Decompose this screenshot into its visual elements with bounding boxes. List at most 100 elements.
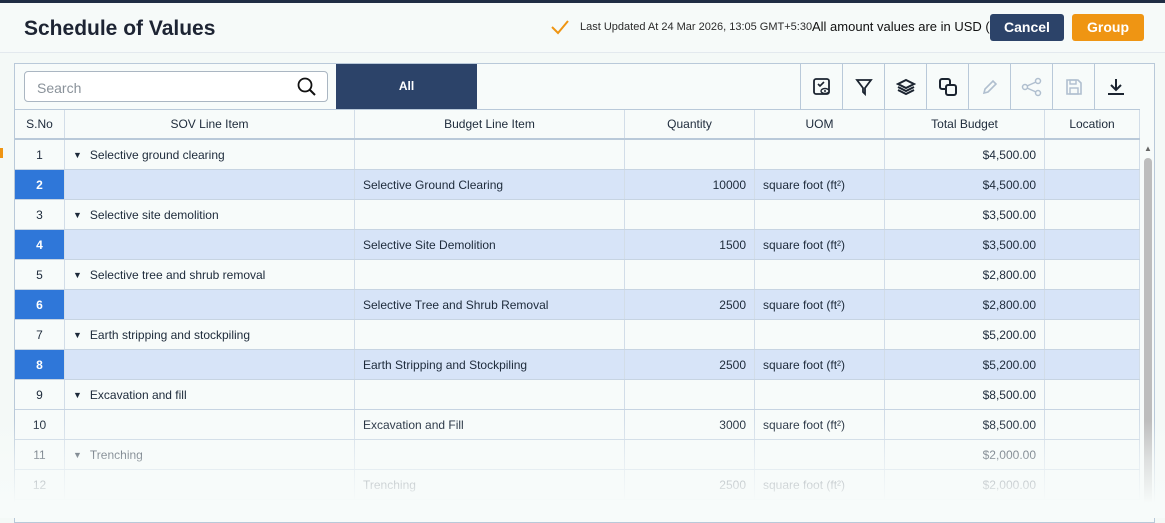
quantity-cell: 2500 bbox=[625, 470, 755, 499]
caret-down-icon[interactable]: ▼ bbox=[73, 330, 82, 340]
uom-cell: square foot (ft²) bbox=[755, 230, 885, 259]
location-cell bbox=[1045, 440, 1140, 469]
sov-cell: ▼ Selective site demolition bbox=[65, 200, 355, 229]
column-header[interactable]: Budget Line Item bbox=[355, 110, 625, 138]
sno-cell: 6 bbox=[15, 290, 65, 319]
table-row[interactable]: 4 Selective Site Demolition 1500 square … bbox=[15, 230, 1140, 260]
budget-cell bbox=[355, 440, 625, 469]
table-row[interactable]: 8 Earth Stripping and Stockpiling 2500 s… bbox=[15, 350, 1140, 380]
sno-cell: 11 bbox=[15, 440, 65, 469]
column-header[interactable]: Total Budget bbox=[885, 110, 1045, 138]
column-header[interactable]: Quantity bbox=[625, 110, 755, 138]
table-header: S.No SOV Line Item Budget Line Item Quan… bbox=[15, 109, 1140, 140]
budget-cell bbox=[355, 320, 625, 349]
sov-cell: ▼ Selective ground clearing bbox=[65, 140, 355, 169]
page-header: Schedule of Values Last Updated At 24 Ma… bbox=[0, 3, 1165, 53]
uom-cell: square foot (ft²) bbox=[755, 470, 885, 499]
table-body: 1 ▼ Selective ground clearing $4,500.00 2… bbox=[15, 140, 1140, 500]
column-header[interactable]: UOM bbox=[755, 110, 885, 138]
search-input[interactable]: Search bbox=[24, 71, 328, 102]
table-row[interactable]: 12 Trenching 2500 square foot (ft²) $2,0… bbox=[15, 470, 1140, 500]
scroll-up-icon[interactable]: ▲ bbox=[1144, 144, 1152, 153]
location-cell bbox=[1045, 230, 1140, 259]
table-row[interactable]: 10 Excavation and Fill 3000 square foot … bbox=[15, 410, 1140, 440]
quantity-cell bbox=[625, 260, 755, 289]
caret-down-icon[interactable]: ▼ bbox=[73, 270, 82, 280]
uom-cell: square foot (ft²) bbox=[755, 350, 885, 379]
table-row[interactable]: 3 ▼ Selective site demolition $3,500.00 bbox=[15, 200, 1140, 230]
budget-cell: Selective Site Demolition bbox=[355, 230, 625, 259]
tab-all[interactable]: All bbox=[336, 64, 477, 109]
location-cell bbox=[1045, 140, 1140, 169]
caret-down-icon[interactable]: ▼ bbox=[73, 450, 82, 460]
quantity-cell: 2500 bbox=[625, 290, 755, 319]
copy-icon[interactable] bbox=[926, 64, 968, 109]
sov-cell bbox=[65, 170, 355, 199]
table-row[interactable]: 6 Selective Tree and Shrub Removal 2500 … bbox=[15, 290, 1140, 320]
total-cell: $2,000.00 bbox=[885, 470, 1045, 499]
table-row[interactable]: 9 ▼ Excavation and fill $8,500.00 bbox=[15, 380, 1140, 410]
page-title: Schedule of Values bbox=[24, 17, 216, 40]
table-row[interactable]: 1 ▼ Selective ground clearing $4,500.00 bbox=[15, 140, 1140, 170]
location-cell bbox=[1045, 320, 1140, 349]
column-header[interactable]: Location bbox=[1045, 110, 1140, 138]
view-settings-icon[interactable] bbox=[800, 64, 842, 109]
currency-note: All amount values are in USD ($) bbox=[812, 19, 1002, 34]
scrollbar-thumb[interactable] bbox=[1144, 158, 1152, 518]
sov-cell bbox=[65, 290, 355, 319]
quantity-cell bbox=[625, 320, 755, 349]
sno-cell: 7 bbox=[15, 320, 65, 349]
uom-cell: square foot (ft²) bbox=[755, 290, 885, 319]
layers-icon[interactable] bbox=[884, 64, 926, 109]
sov-panel: Search All S.No SOV Line Item Budget Lin… bbox=[14, 63, 1155, 523]
vertical-scrollbar[interactable]: ▲ bbox=[1142, 142, 1154, 522]
budget-cell bbox=[355, 380, 625, 409]
caret-down-icon[interactable]: ▼ bbox=[73, 390, 82, 400]
sov-cell: ▼ Selective tree and shrub removal bbox=[65, 260, 355, 289]
filter-icon[interactable] bbox=[842, 64, 884, 109]
budget-cell bbox=[355, 140, 625, 169]
location-cell bbox=[1045, 170, 1140, 199]
search-placeholder: Search bbox=[37, 80, 82, 96]
caret-down-icon[interactable]: ▼ bbox=[73, 150, 82, 160]
table-row[interactable]: 5 ▼ Selective tree and shrub removal $2,8… bbox=[15, 260, 1140, 290]
sno-cell: 1 bbox=[15, 140, 65, 169]
budget-cell bbox=[355, 260, 625, 289]
cancel-button[interactable]: Cancel bbox=[990, 14, 1064, 41]
budget-cell bbox=[355, 200, 625, 229]
uom-cell bbox=[755, 140, 885, 169]
column-header[interactable]: S.No bbox=[15, 110, 65, 138]
location-cell bbox=[1045, 470, 1140, 499]
download-icon[interactable] bbox=[1094, 64, 1136, 109]
caret-down-icon[interactable]: ▼ bbox=[73, 210, 82, 220]
sno-cell: 4 bbox=[15, 230, 65, 259]
table-row[interactable]: 11 ▼ Trenching $2,000.00 bbox=[15, 440, 1140, 470]
last-updated-text: Last Updated At 24 Mar 2026, 13:05 GMT+5… bbox=[580, 21, 813, 33]
sov-text: Excavation and fill bbox=[89, 387, 187, 402]
sov-cell bbox=[65, 350, 355, 379]
sov-table: S.No SOV Line Item Budget Line Item Quan… bbox=[15, 109, 1140, 500]
uom-cell bbox=[755, 260, 885, 289]
group-button[interactable]: Group bbox=[1072, 14, 1144, 41]
sov-cell: ▼ Trenching bbox=[65, 440, 355, 469]
total-cell: $4,500.00 bbox=[885, 170, 1045, 199]
table-row[interactable]: 2 Selective Ground Clearing 10000 square… bbox=[15, 170, 1140, 200]
save-icon[interactable] bbox=[1052, 64, 1094, 109]
sov-text: Selective ground clearing bbox=[89, 147, 225, 162]
budget-cell: Trenching bbox=[355, 470, 625, 499]
search-icon[interactable] bbox=[297, 77, 317, 97]
check-icon bbox=[551, 20, 569, 35]
total-cell: $8,500.00 bbox=[885, 380, 1045, 409]
uom-cell: square foot (ft²) bbox=[755, 170, 885, 199]
sov-text: Earth stripping and stockpiling bbox=[89, 327, 251, 342]
share-icon[interactable] bbox=[1010, 64, 1052, 109]
edit-icon[interactable] bbox=[968, 64, 1010, 109]
total-cell: $4,500.00 bbox=[885, 140, 1045, 169]
table-row[interactable]: 7 ▼ Earth stripping and stockpiling $5,20… bbox=[15, 320, 1140, 350]
sno-cell: 9 bbox=[15, 380, 65, 409]
budget-cell: Excavation and Fill bbox=[355, 410, 625, 439]
column-header[interactable]: SOV Line Item bbox=[65, 110, 355, 138]
uom-cell: square foot (ft²) bbox=[755, 410, 885, 439]
sno-cell: 10 bbox=[15, 410, 65, 439]
uom-cell bbox=[755, 380, 885, 409]
